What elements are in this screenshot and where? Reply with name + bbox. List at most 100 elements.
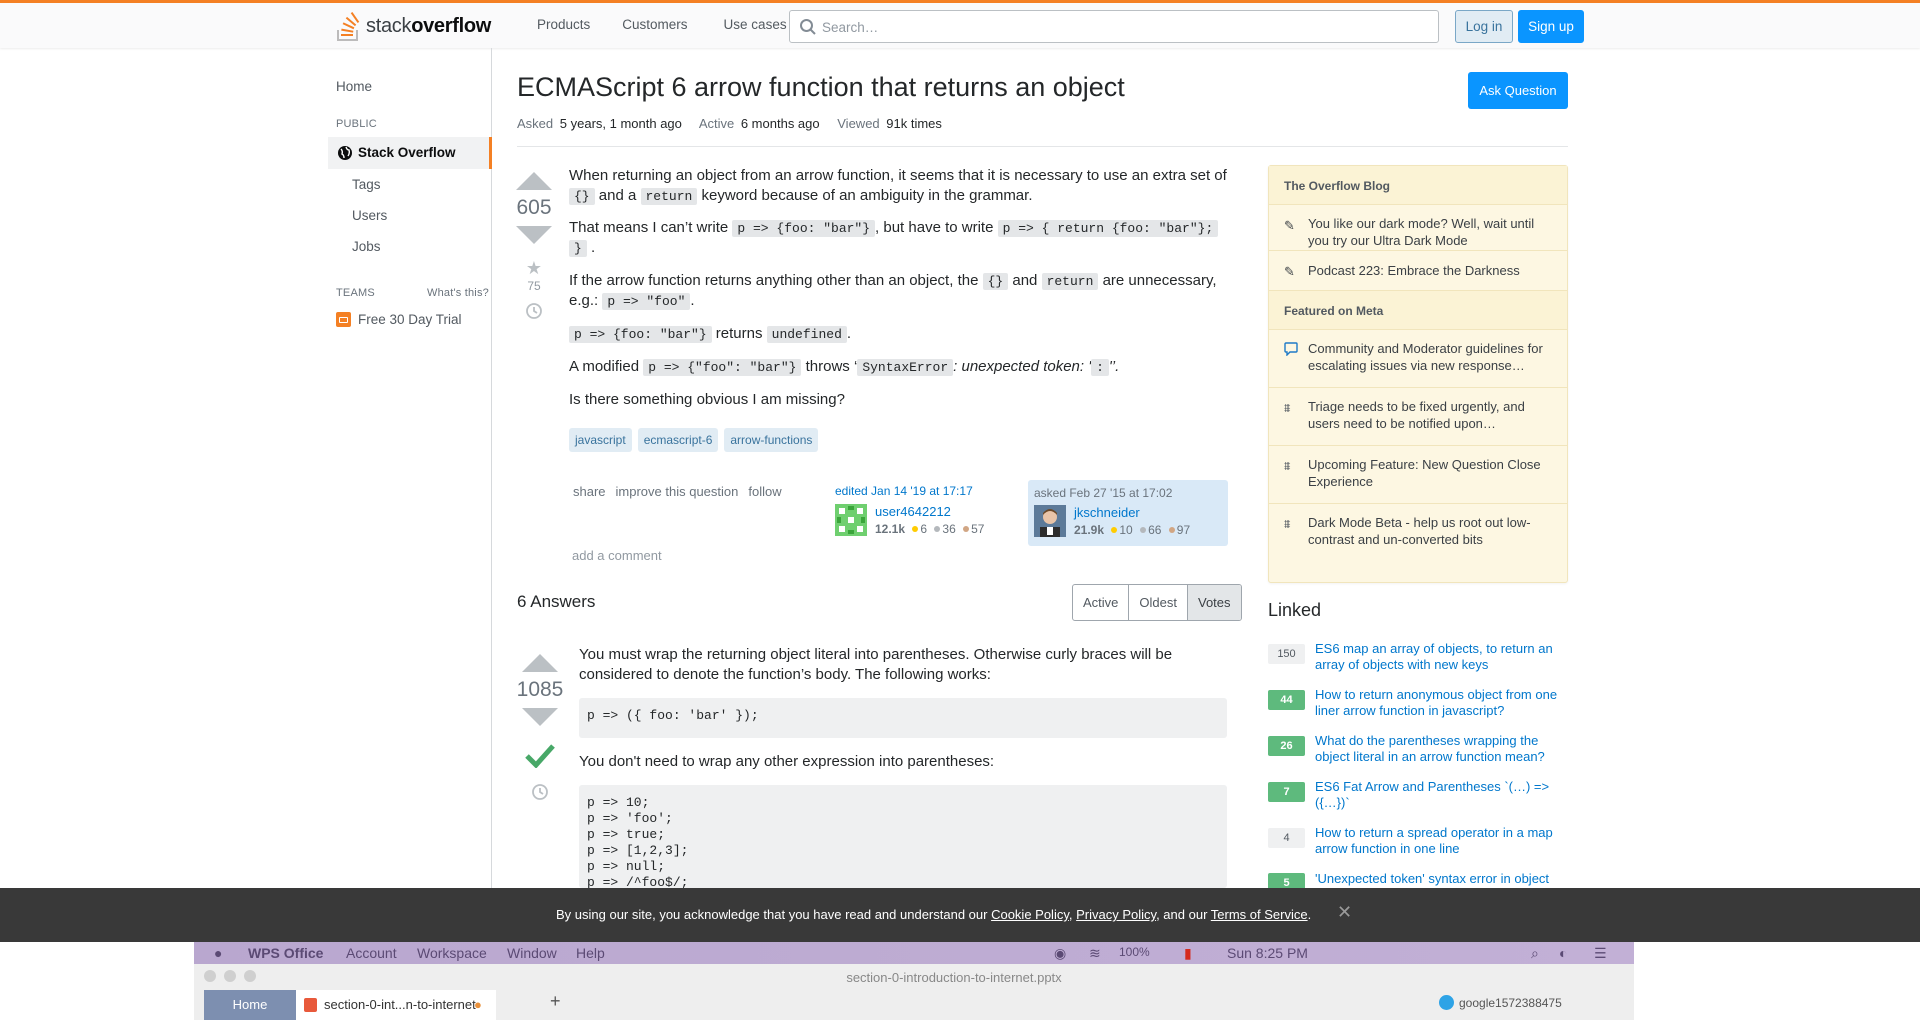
header-divider [517,146,1568,147]
answer-vote-cell: 1085 [515,654,565,806]
linked-title[interactable]: ES6 Fat Arrow and Parentheses `(…) => ({… [1315,779,1565,811]
sidebar-item-stack-overflow[interactable]: Stack Overflow [328,137,492,169]
asked-label: Asked [517,116,554,131]
sort-tab-oldest[interactable]: Oldest [1129,585,1188,620]
wechat-icon[interactable]: ◉ [1054,945,1066,962]
signup-button[interactable]: Sign up [1518,10,1584,43]
linked-question[interactable]: 5 'Unexpected token' syntax error in obj… [1268,871,1568,888]
question-paragraph-4: p => {foo: "bar"} returns undefined. [569,324,1229,344]
cookie-policy-link[interactable]: Cookie Policy [991,907,1069,922]
linked-score: 150 [1268,644,1305,664]
gold-badge-icon [912,526,919,532]
close-window-button[interactable] [204,970,216,982]
meta-item[interactable]: Community and Moderator guidelines for e… [1269,330,1567,388]
stackoverflow-logo[interactable]: stackoverflow [336,8,491,44]
meta-item[interactable]: ⩩ Dark Mode Beta - help us root out low-… [1269,504,1567,582]
nav-customers[interactable]: Customers [610,11,699,38]
blog-item[interactable]: ✎ You like our dark mode? Well, wait unt… [1269,205,1567,251]
question-title[interactable]: ECMAScript 6 arrow function that returns… [517,72,1125,103]
blog-item[interactable]: ✎ Podcast 223: Embrace the Darkness [1269,251,1567,291]
menu-app-name[interactable]: WPS Office [248,945,323,961]
accepted-check-icon [525,744,555,769]
downvote-arrow-icon[interactable] [516,226,552,244]
cookie-banner: By using our site, you acknowledge that … [0,888,1920,942]
nav-use-cases[interactable]: Use cases [712,11,799,38]
upvote-arrow-icon[interactable] [516,172,552,190]
history-icon[interactable] [524,301,544,321]
input-flag-icon[interactable]: ▮ [1184,945,1192,962]
add-comment-link[interactable]: add a comment [572,548,662,563]
siri-icon[interactable]: ◐ [1559,945,1567,961]
answer-vote-count: 1085 [516,678,564,701]
meta-item[interactable]: ⩩ Upcoming Feature: New Question Close E… [1269,446,1567,504]
tag-ecmascript-6[interactable]: ecmascript-6 [637,428,719,452]
downvote-arrow-icon[interactable] [522,708,558,726]
edited-timestamp[interactable]: edited Jan 14 '19 at 17:17 [835,484,1015,498]
sidebar-item-tags[interactable]: Tags [352,177,381,192]
sort-tab-active[interactable]: Active [1073,585,1130,620]
wps-window: section-0-introduction-to-internet.pptx … [194,964,1634,1020]
linked-title[interactable]: How to return anonymous object from one … [1315,687,1565,719]
free-trial-link[interactable]: Free 30 Day Trial [358,312,462,327]
notification-center-icon[interactable]: ☰ [1594,945,1607,962]
terms-of-service-link[interactable]: Terms of Service [1211,907,1308,922]
editor-avatar[interactable] [835,504,867,536]
linked-title[interactable]: How to return a spread operator in a map… [1315,825,1565,857]
asked-timestamp[interactable]: asked Feb 27 '15 at 17:02 [1034,486,1222,500]
editor-name[interactable]: user4642212 [875,504,951,519]
wps-document-tab[interactable]: section-0-int...n-to-internet ● [296,990,496,1020]
apple-icon[interactable]: ● [214,945,222,961]
share-link[interactable]: share [573,484,606,499]
menu-window[interactable]: Window [507,945,557,961]
tag-javascript[interactable]: javascript [569,428,632,452]
sort-tab-votes[interactable]: Votes [1187,585,1241,620]
sidebar-item-jobs[interactable]: Jobs [352,239,381,254]
sidebar-item-home[interactable]: Home [336,79,372,94]
linked-title[interactable]: ES6 map an array of objects, to return a… [1315,641,1565,673]
user-avatar-icon[interactable] [1439,995,1454,1010]
search-box[interactable] [789,10,1439,43]
tag-arrow-functions[interactable]: arrow-functions [724,428,819,452]
linked-title[interactable]: What do the parentheses wrapping the obj… [1315,733,1565,765]
menu-help[interactable]: Help [576,945,605,961]
viewed-label: Viewed [837,116,880,131]
privacy-policy-link[interactable]: Privacy Policy [1076,907,1156,922]
clock[interactable]: Sun 8:25 PM [1227,945,1308,961]
battery-level[interactable]: 100% [1119,945,1150,959]
favorite-star-icon[interactable]: ★ [509,258,559,279]
asker-reputation: 21.9k 10 66 97 [1074,523,1191,537]
minimize-window-button[interactable] [224,970,236,982]
sidebar-item-users[interactable]: Users [352,208,387,223]
gold-badge-icon [1111,527,1118,533]
close-icon[interactable]: ✕ [1337,902,1352,923]
zoom-window-button[interactable] [244,970,256,982]
stack-exchange-icon: ⩩ [1284,401,1291,415]
question-meta: Asked 5 years, 1 month ago Active 6 mont… [517,116,956,131]
search-input[interactable] [822,17,1422,37]
wps-home-tab[interactable]: Home [204,990,296,1020]
logo-text-bold: overflow [411,14,492,37]
menu-workspace[interactable]: Workspace [417,945,487,961]
wps-user-name[interactable]: google1572388475 [1459,996,1562,1010]
active-value[interactable]: 6 months ago [741,116,820,131]
follow-link[interactable]: follow [748,484,781,499]
history-icon[interactable] [530,782,550,802]
mac-menu-bar: ● WPS Office Account Workspace Window He… [194,942,1634,964]
nav-products[interactable]: Products [525,11,602,38]
improve-question-link[interactable]: improve this question [616,484,739,499]
asker-avatar[interactable] [1034,505,1066,537]
upvote-arrow-icon[interactable] [522,654,558,672]
blog-widget-heading: The Overflow Blog [1269,166,1567,205]
menu-account[interactable]: Account [346,945,397,961]
spotlight-icon[interactable]: ⌕ [1531,945,1539,962]
wifi-icon[interactable]: ≋ [1089,945,1101,962]
asker-name[interactable]: jkschneider [1074,505,1140,520]
logo-text-light: stack [366,14,412,37]
new-tab-icon[interactable]: + [550,991,561,1012]
login-button[interactable]: Log in [1455,10,1513,43]
linked-title[interactable]: 'Unexpected token' syntax error in objec… [1315,871,1565,887]
meta-item[interactable]: ⩩ Triage needs to be fixed urgently, and… [1269,388,1567,446]
question-post-menu: share improve this question follow [573,484,782,499]
ask-question-button[interactable]: Ask Question [1468,72,1568,109]
whats-this-link[interactable]: What's this? [427,287,489,299]
